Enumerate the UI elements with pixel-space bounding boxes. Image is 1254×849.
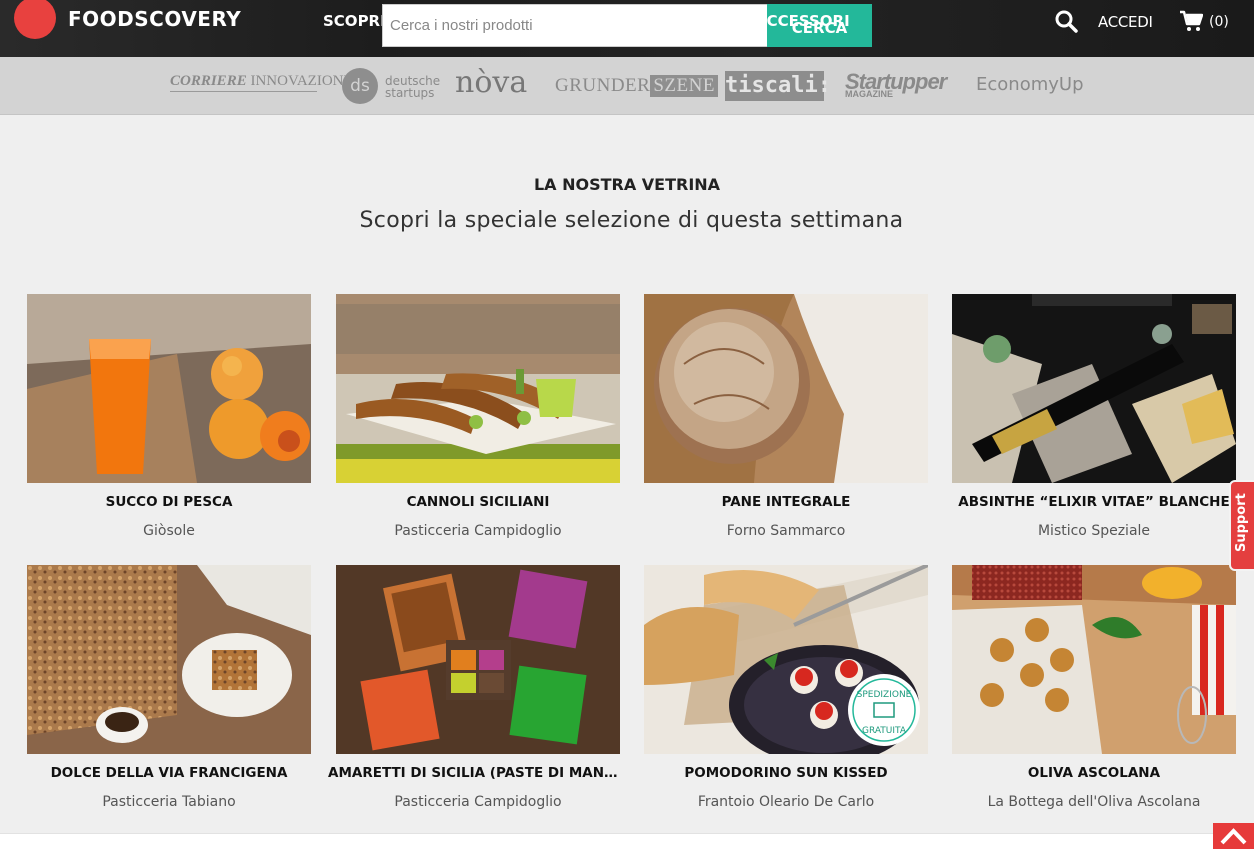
product-producer[interactable]: Frantoio Oleario De Carlo xyxy=(644,794,928,810)
press-ds-line2: startups xyxy=(385,86,435,100)
press-szene-text: SZENE xyxy=(650,75,718,97)
brand-logo-text[interactable]: FOODSCOVERY xyxy=(68,7,241,31)
product-image-pane-integrale[interactable] xyxy=(644,294,928,483)
product-image-pomodorino-sun-kissed[interactable]: SPEDIZIONE GRATUITA xyxy=(644,565,928,754)
top-header: FOODSCOVERY SCOPRI ACCESSORI CERCA ACCED… xyxy=(0,0,1254,57)
free-shipping-badge-bottom: GRATUITA xyxy=(862,726,907,736)
product-name[interactable]: AMARETTI DI SICILIA (PASTE DI MANDORLA) xyxy=(328,765,628,781)
press-logo-deutsche-startups: deutsche startups xyxy=(385,75,440,99)
press-grunder-text: GRUNDER xyxy=(555,75,651,96)
product-name[interactable]: SUCCO DI PESCA xyxy=(19,494,319,510)
search-icon[interactable] xyxy=(1054,9,1078,33)
product-producer[interactable]: Pasticceria Campidoglio xyxy=(336,523,620,539)
press-logo-grunderszene: GRUNDER SZENE xyxy=(555,75,718,97)
product-name[interactable]: OLIVA ASCOLANA xyxy=(944,765,1244,781)
product-name[interactable]: PANE INTEGRALE xyxy=(636,494,936,510)
nav-accessori[interactable]: ACCESSORI xyxy=(755,12,850,30)
product-image-cannoli-siciliani[interactable] xyxy=(336,294,620,483)
product-image-oliva-ascolana[interactable] xyxy=(952,565,1236,754)
press-logo-tiscali: tiscali: xyxy=(725,71,831,101)
press-logo-nova: nòva xyxy=(455,65,528,100)
footer-edge xyxy=(0,833,1254,849)
product-name[interactable]: POMODORINO SUN KISSED xyxy=(636,765,936,781)
press-corriere-sub: INNOVAZIONE xyxy=(250,73,353,89)
product-producer[interactable]: Forno Sammarco xyxy=(644,523,928,539)
press-logo-ds-mark: ds xyxy=(342,68,378,104)
press-logo-economyup: EconomyUp xyxy=(976,74,1084,95)
product-name[interactable]: CANNOLI SICILIANI xyxy=(328,494,628,510)
product-producer[interactable]: Giòsole xyxy=(27,523,311,539)
product-producer[interactable]: Pasticceria Tabiano xyxy=(27,794,311,810)
product-image-dolce-via-francigena[interactable] xyxy=(27,565,311,754)
product-image-absinthe[interactable] xyxy=(952,294,1236,483)
cart-icon[interactable] xyxy=(1179,10,1203,32)
press-divider-line xyxy=(170,91,317,92)
chevron-up-icon xyxy=(1220,828,1247,845)
press-logo-corriere: CORRIERE INNOVAZIONE xyxy=(170,73,353,90)
login-link[interactable]: ACCEDI xyxy=(1098,13,1153,31)
press-logo-startupper: Startupper MAGAZINE xyxy=(845,69,947,99)
support-tab[interactable]: Support xyxy=(1229,480,1254,571)
nav-scopri[interactable]: SCOPRI xyxy=(323,12,386,30)
press-corriere-text: CORRIERE xyxy=(170,73,247,89)
product-producer[interactable]: Pasticceria Campidoglio xyxy=(336,794,620,810)
product-producer[interactable]: La Bottega dell'Oliva Ascolana xyxy=(952,794,1236,810)
section-kicker: LA NOSTRA VETRINA xyxy=(533,175,721,194)
cart-count[interactable]: (0) xyxy=(1209,14,1229,30)
scroll-to-top-button[interactable] xyxy=(1213,823,1254,849)
support-label: Support xyxy=(1234,493,1249,552)
product-name[interactable]: ABSINTHE “ELIXIR VITAE” BLANCHE xyxy=(944,494,1244,510)
search-input[interactable] xyxy=(382,4,768,47)
product-producer[interactable]: Mistico Speziale xyxy=(952,523,1236,539)
product-image-succo-di-pesca[interactable] xyxy=(27,294,311,483)
press-logos-strip: CORRIERE INNOVAZIONE ds deutsche startups… xyxy=(0,57,1254,115)
product-image-amaretti-di-sicilia[interactable] xyxy=(336,565,620,754)
free-shipping-badge-top: SPEDIZIONE xyxy=(857,690,912,700)
section-title: Scopri la speciale selezione di questa s… xyxy=(359,208,904,233)
product-name[interactable]: DOLCE DELLA VIA FRANCIGENA xyxy=(19,765,319,781)
logo-icon[interactable] xyxy=(14,0,56,39)
